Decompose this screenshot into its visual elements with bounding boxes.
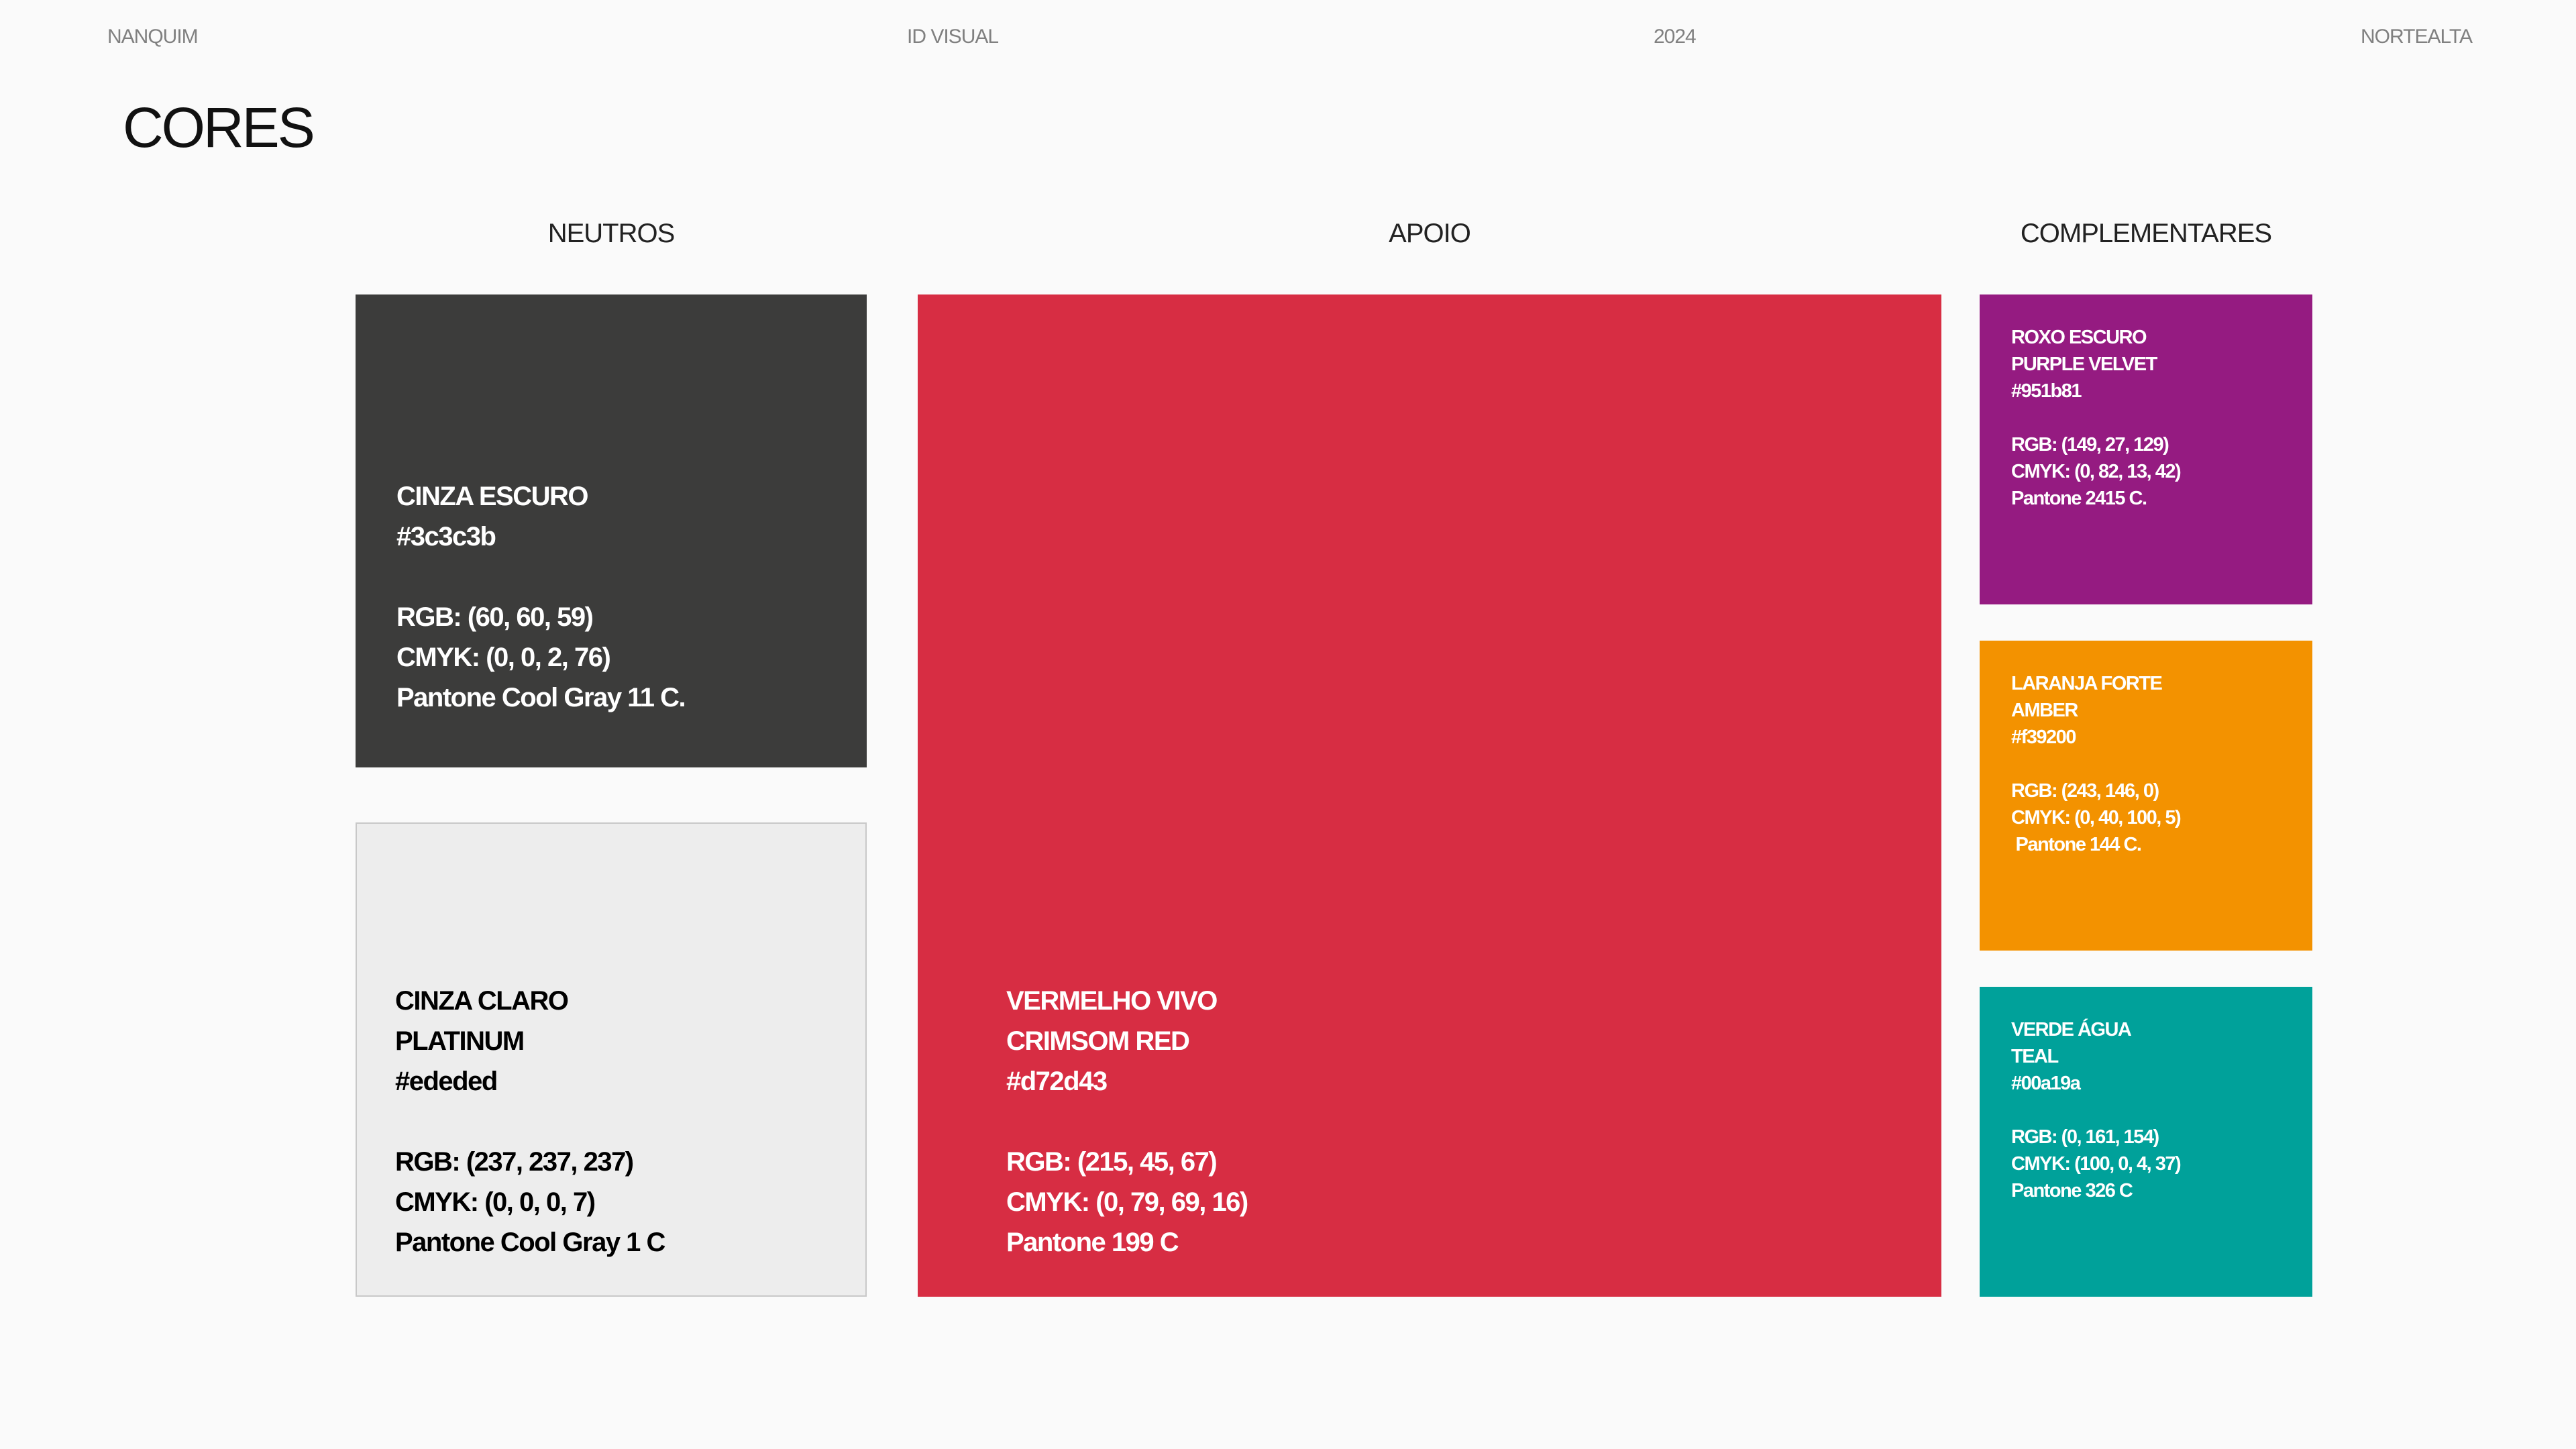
color-pantone: Pantone Cool Gray 11 C. [396,683,686,712]
header-year: 2024 [1654,25,1697,48]
header-brand: NANQUIM [107,25,199,48]
header-section: ID VISUAL [907,25,999,48]
color-alt-name: PLATINUM [395,1026,525,1056]
color-name: CINZA ESCURO [396,482,588,511]
color-rgb: RGB: (0, 161, 154) [2011,1126,2159,1148]
color-alt-name: AMBER [2011,700,2078,721]
color-hex: #951b81 [2011,380,2082,402]
group-label-apoio: APOIO [1389,219,1471,248]
color-alt-name: PURPLE VELVET [2011,354,2157,375]
color-rgb: RGB: (60, 60, 59) [396,602,594,632]
color-cmyk: CMYK: (0, 79, 69, 16) [1006,1187,1248,1217]
color-hex: #d72d43 [1006,1067,1108,1096]
color-name: LARANJA FORTE [2011,673,2163,694]
color-pantone: Pantone 2415 C. [2011,488,2147,509]
swatch-laranja-forte: LARANJA FORTE AMBER #f39200 RGB: (243, 1… [1980,641,2312,951]
color-cmyk: CMYK: (100, 0, 4, 37) [2011,1153,2182,1175]
color-pantone: Pantone 326 C [2011,1180,2133,1201]
color-hex: #3c3c3b [396,522,496,551]
color-hex: #00a19a [2011,1073,2081,1094]
group-label-complementares: COMPLEMENTARES [2020,219,2272,248]
swatch-info: VERMELHO VIVO CRIMSOM RED #d72d43 RGB: (… [1006,981,1248,1263]
swatch-info: CINZA CLARO PLATINUM #ededed RGB: (237, … [395,981,665,1263]
color-cmyk: CMYK: (0, 0, 2, 76) [396,643,611,672]
group-label-neutros: NEUTROS [547,219,676,248]
color-alt-name: CRIMSOM RED [1006,1026,1190,1056]
color-cmyk: CMYK: (0, 82, 13, 42) [2011,461,2182,482]
color-hex: #ededed [395,1067,498,1096]
color-name: ROXO ESCURO [2011,327,2147,348]
swatch-verde-agua: VERDE ÁGUA TEAL #00a19a RGB: (0, 161, 15… [1980,987,2312,1297]
swatch-roxo-escuro: ROXO ESCURO PURPLE VELVET #951b81 RGB: (… [1980,294,2312,604]
color-rgb: RGB: (215, 45, 67) [1006,1147,1218,1177]
header-client: NORTEALTA [2361,25,2473,48]
swatch-info: CINZA ESCURO #3c3c3b RGB: (60, 60, 59) C… [396,476,686,718]
color-pantone: Pantone Cool Gray 1 C [395,1228,665,1257]
color-rgb: RGB: (149, 27, 129) [2011,434,2169,455]
swatch-info: LARANJA FORTE AMBER #f39200 RGB: (243, 1… [2011,670,2182,858]
color-rgb: RGB: (243, 146, 0) [2011,780,2159,802]
color-name: CINZA CLARO [395,986,569,1016]
color-name: VERDE ÁGUA [2011,1019,2132,1040]
color-alt-name: TEAL [2011,1046,2059,1067]
color-cmyk: CMYK: (0, 0, 0, 7) [395,1187,596,1217]
color-rgb: RGB: (237, 237, 237) [395,1147,634,1177]
page-title: CORES [123,96,315,159]
color-name: VERMELHO VIVO [1006,986,1218,1016]
swatch-vermelho-vivo: VERMELHO VIVO CRIMSOM RED #d72d43 RGB: (… [918,294,1941,1297]
color-hex: #f39200 [2011,727,2076,748]
swatch-cinza-claro: CINZA CLARO PLATINUM #ededed RGB: (237, … [356,822,867,1297]
color-pantone: Pantone 199 C [1006,1228,1179,1257]
swatch-info: VERDE ÁGUA TEAL #00a19a RGB: (0, 161, 15… [2011,1016,2182,1204]
swatch-cinza-escuro: CINZA ESCURO #3c3c3b RGB: (60, 60, 59) C… [356,294,867,767]
swatch-info: ROXO ESCURO PURPLE VELVET #951b81 RGB: (… [2011,324,2182,512]
color-cmyk: CMYK: (0, 40, 100, 5) [2011,807,2182,828]
color-pantone: Pantone 144 C. [2011,834,2142,855]
